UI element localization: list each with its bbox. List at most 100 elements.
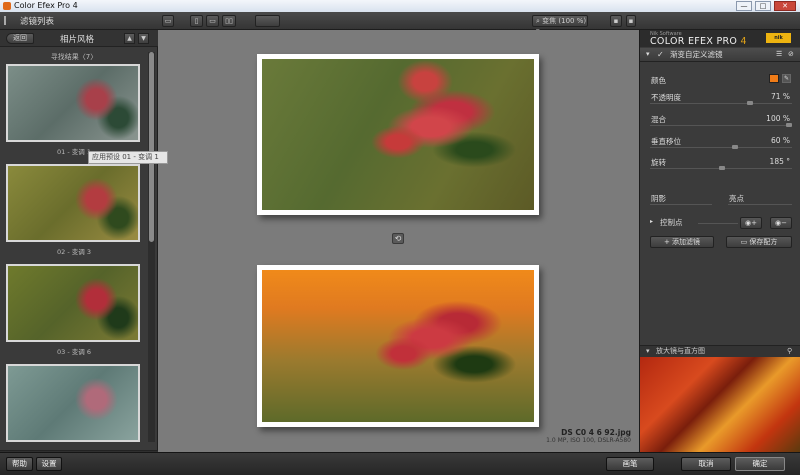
search-icon: ⌕ — [536, 17, 540, 25]
add-filter-button[interactable]: + 添加滤镜 — [650, 236, 714, 248]
slider-handle[interactable] — [732, 145, 738, 149]
loupe-header[interactable]: ▾ 放大镜与直方图 ⚲ — [640, 345, 800, 357]
panel-toggle-right-button[interactable]: ▪ — [626, 15, 636, 27]
right-panel: Nik Software COLOR EFEX PRO 4 nik ▾ ✓ 渐变… — [639, 30, 800, 452]
blend-slider[interactable] — [650, 123, 792, 127]
panel-toggle-icon[interactable] — [4, 16, 10, 25]
preset-image — [8, 266, 138, 340]
file-meta: 1.0 MP, ISO 100, DSLR-A580 — [546, 437, 631, 444]
background-toggle-button[interactable]: ▪ — [610, 15, 622, 27]
opacity-label: 不透明度 — [651, 93, 681, 102]
preset-image — [8, 366, 138, 440]
chevron-down-icon[interactable]: ▼ — [138, 33, 149, 44]
preset-image — [8, 66, 138, 140]
color-swatch[interactable] — [769, 74, 779, 83]
back-button[interactable]: 返回 — [6, 33, 34, 44]
app-window: Color Efex Pro 4 — □ ✕ 滤镜列表 ▭ ▯ ▭ ▯▯ ⌕ 变… — [0, 0, 800, 475]
brand-header: Nik Software COLOR EFEX PRO 4 nik — [640, 30, 800, 47]
vertical-shift-value: 60 % — [770, 136, 790, 145]
preset-thumbnail[interactable] — [6, 164, 140, 242]
blend-label: 混合 — [651, 115, 666, 124]
preset-label: 02 - 变调 3 — [57, 248, 91, 256]
compare-view-button[interactable]: ▯▯ — [222, 15, 236, 27]
control-points-label: 控制点 — [660, 218, 683, 227]
app-icon — [3, 2, 11, 10]
expand-icon[interactable]: ▸ — [650, 218, 653, 225]
preset-thumbnail[interactable] — [6, 264, 140, 342]
delete-filter-icon[interactable]: ⊘ — [788, 48, 794, 61]
nik-logo: nik — [766, 33, 791, 43]
preset-thumbnail[interactable] — [6, 64, 140, 142]
slider-handle[interactable] — [719, 166, 725, 170]
slider-handle[interactable] — [747, 101, 753, 105]
cancel-button[interactable]: 取消 — [681, 457, 731, 471]
rotation-label: 旋转 — [651, 158, 666, 167]
slider-handle[interactable] — [786, 123, 792, 127]
preset-thumbnail[interactable] — [6, 364, 140, 442]
filter-title: 渐变自定义滤镜 — [670, 50, 723, 59]
save-recipe-button[interactable]: ▭ 保存配方 — [726, 236, 792, 248]
preview-before-image — [257, 265, 539, 427]
preview-after-image — [257, 54, 539, 215]
brand-name: COLOR EFEX PRO — [650, 36, 738, 47]
file-info: DS C0 4 6 92.jpg 1.0 MP, ISO 100, DSLR-A… — [408, 428, 631, 444]
library-title: 相片风格 — [59, 35, 94, 45]
highlights-label: 亮点 — [729, 194, 744, 203]
single-view-button[interactable]: ▭ — [162, 15, 174, 27]
bottom-bar: 帮助 设置 画笔 取消 确定 — [0, 452, 800, 475]
rotation-slider[interactable] — [650, 166, 792, 170]
settings-button[interactable]: 设置 — [36, 457, 62, 471]
plus-icon: + — [663, 238, 673, 246]
filter-header[interactable]: ▾ ✓ 渐变自定义滤镜 ☰ ⊘ — [640, 48, 800, 62]
filter-enable-checkbox[interactable]: ✓ — [657, 48, 664, 61]
brand-logo: COLOR EFEX PRO 4 — [650, 36, 747, 47]
title-bar: Color Efex Pro 4 — □ ✕ — [0, 0, 800, 12]
opacity-slider[interactable] — [650, 101, 792, 105]
brush-button[interactable]: 画笔 — [606, 457, 654, 471]
close-button[interactable]: ✕ — [774, 1, 796, 11]
zoom-dropdown[interactable]: ⌕ 变焦 (100 %) ▾ — [532, 15, 588, 35]
top-toolbar: 滤镜列表 ▭ ▯ ▭ ▯▯ ⌕ 变焦 (100 %) ▾ ▪ ▪ — [0, 12, 800, 35]
control-points-divider — [698, 223, 738, 224]
add-control-point-button[interactable]: ◉+ — [740, 217, 762, 229]
minimize-button[interactable]: — — [736, 1, 752, 11]
remove-control-point-button[interactable]: ◉− — [770, 217, 792, 229]
pin-icon[interactable]: ⚲ — [787, 346, 792, 357]
filter-menu-icon[interactable]: ☰ — [776, 48, 782, 61]
rotation-value: 185 ° — [769, 157, 790, 166]
side-by-side-view-button[interactable]: ▭ — [206, 15, 219, 27]
loupe-title: 放大镜与直方图 — [656, 347, 705, 355]
file-name: DS C0 4 6 92.jpg — [561, 428, 631, 437]
preset-image — [8, 166, 138, 240]
vertical-shift-slider[interactable] — [650, 145, 792, 149]
left-panel: 返回 相片风格 ▲ ▼ 寻找结果〈7〉 01 - 变调 1 02 - 变调 3 … — [0, 30, 168, 475]
zoom-label: 变焦 (100 %) — [542, 17, 587, 25]
preset-tooltip: 应用预设 01 - 变调 1 — [88, 151, 168, 164]
shadows-slider[interactable] — [650, 204, 712, 205]
preview-toggle-button[interactable] — [255, 15, 280, 27]
collapse-icon[interactable]: ▾ — [646, 346, 650, 357]
help-button[interactable]: 帮助 — [6, 457, 33, 471]
chevron-up-icon[interactable]: ▲ — [124, 33, 135, 44]
save-recipe-label: 保存配方 — [749, 238, 778, 246]
ok-button[interactable]: 确定 — [735, 457, 785, 471]
eyedropper-icon[interactable]: ✎ — [782, 74, 791, 83]
blend-value: 100 % — [766, 114, 790, 123]
maximize-button[interactable]: □ — [755, 1, 771, 11]
split-view-button[interactable]: ▯ — [190, 15, 203, 27]
preset-group-title: 寻找结果〈7〉 — [50, 53, 98, 61]
thumbnail-scrollbar[interactable] — [148, 52, 155, 442]
preview-area: ⟲ DS C0 4 6 92.jpg 1.0 MP, ISO 100, DSLR… — [158, 30, 639, 452]
add-filter-label: 添加滤镜 — [672, 238, 701, 246]
sync-icon[interactable]: ⟲ — [392, 233, 404, 244]
window-title: Color Efex Pro 4 — [14, 1, 78, 10]
opacity-value: 71 % — [770, 92, 790, 101]
loupe-image — [640, 357, 800, 452]
preset-label: 03 - 变调 6 — [57, 348, 91, 356]
preset-thumbnail-list: 01 - 变调 1 02 - 变调 3 03 - 变调 6 — [4, 64, 144, 446]
panel-title: 滤镜列表 — [20, 17, 55, 27]
brand-version: 4 — [740, 36, 747, 47]
scrollbar-thumb[interactable] — [149, 52, 154, 242]
highlights-slider[interactable] — [728, 204, 792, 205]
collapse-icon[interactable]: ▾ — [646, 48, 650, 61]
